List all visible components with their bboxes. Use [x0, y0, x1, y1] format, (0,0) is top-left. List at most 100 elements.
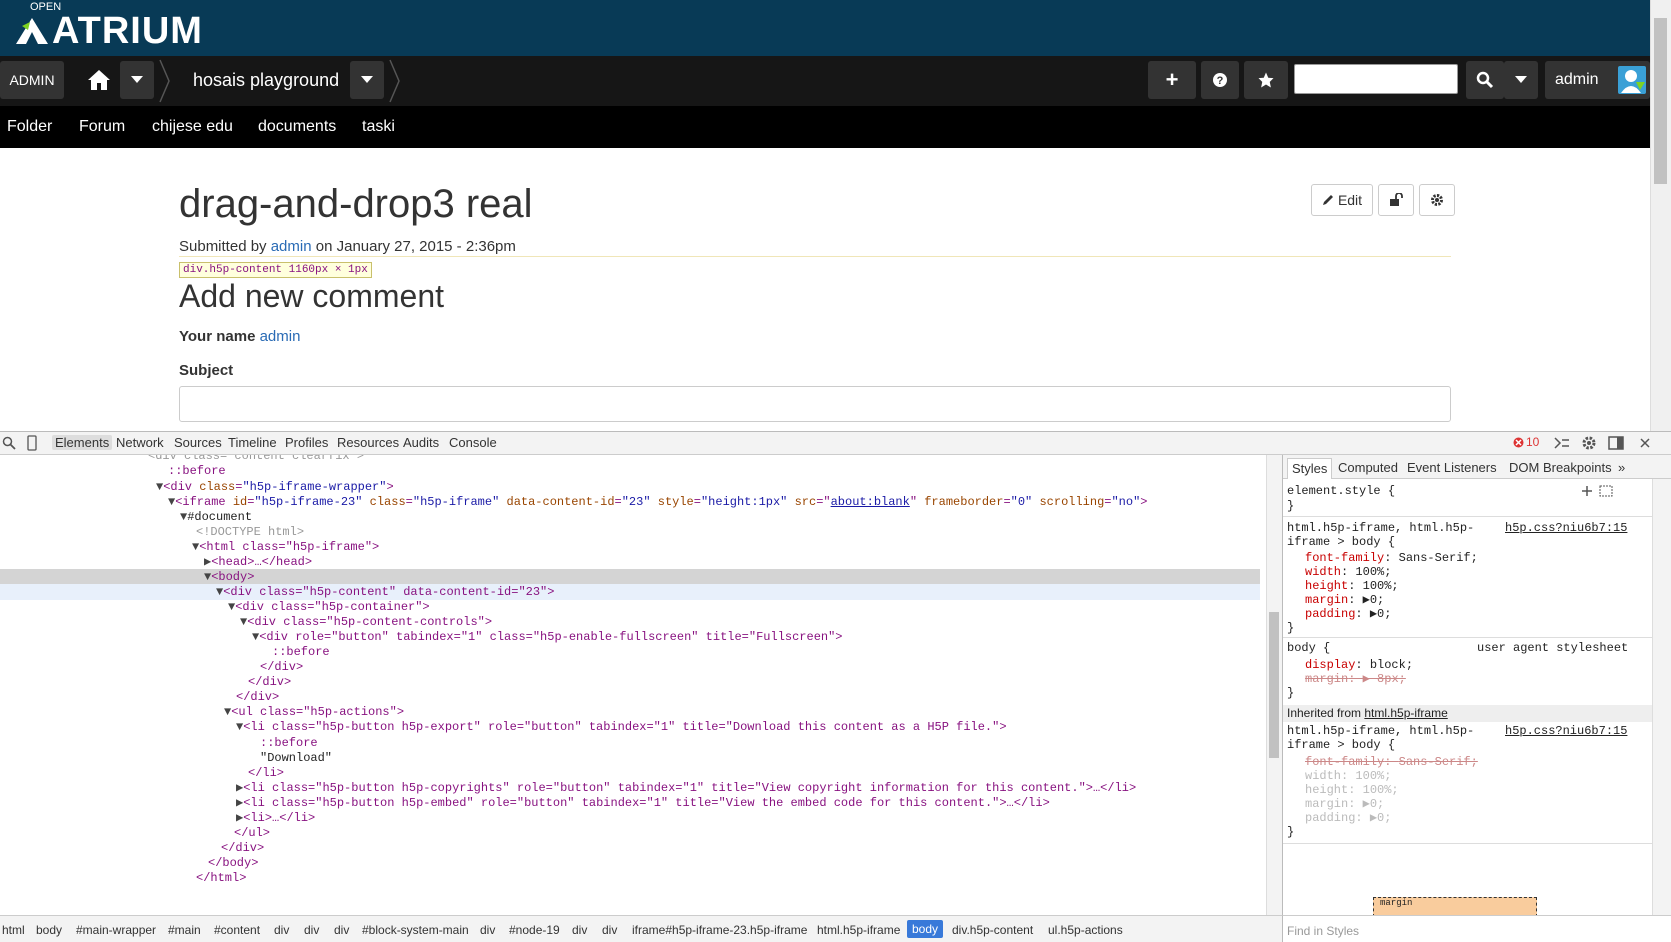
dom-node[interactable]: </div> [0, 689, 1260, 705]
tab-timeline[interactable]: Timeline [228, 435, 277, 450]
tab-sources[interactable]: Sources [174, 435, 222, 450]
crumb-node-19[interactable]: #node-19 [509, 923, 560, 937]
rule-selector[interactable]: body { [1287, 641, 1330, 656]
space-menu-item-taski[interactable]: taski [362, 118, 395, 136]
help-button[interactable]: ? [1201, 61, 1239, 99]
tab-console[interactable]: Console [449, 435, 497, 450]
error-count[interactable]: 10 [1526, 435, 1539, 449]
tab-computed[interactable]: Computed [1338, 460, 1398, 475]
home-dropdown-button[interactable] [120, 61, 154, 99]
crumb-iframe[interactable]: iframe#h5p-iframe-23.h5p-iframe [632, 923, 807, 937]
close-devtools-icon[interactable] [1640, 438, 1650, 448]
crumb-h5p-actions[interactable]: ul.h5p-actions [1048, 923, 1123, 937]
dom-node[interactable]: </div> [0, 674, 1260, 690]
css-property-inactive[interactable]: margin: ▶0; [1305, 797, 1384, 812]
tab-styles[interactable]: Styles [1287, 458, 1333, 479]
css-property-overridden[interactable]: margin: ▶ 8px; [1305, 672, 1406, 687]
box-model-diagram[interactable]: margin [1373, 897, 1537, 915]
dom-node[interactable]: ▶<li class="h5p-button h5p-embed" role="… [0, 795, 1260, 811]
search-input[interactable] [1294, 64, 1458, 94]
tab-audits[interactable]: Audits [403, 435, 439, 450]
crumb-content[interactable]: #content [214, 923, 260, 937]
dom-node[interactable]: ▼<ul class="h5p-actions"> [0, 704, 1260, 720]
styles-scrollbar[interactable] [1652, 479, 1671, 915]
tab-elements[interactable]: Elements [52, 435, 113, 450]
dom-node[interactable]: ▼<html class="h5p-iframe"> [0, 539, 1260, 555]
dom-node[interactable]: ▼<li class="h5p-button h5p-export" role=… [0, 719, 1260, 735]
dom-node[interactable]: <!DOCTYPE html> [0, 524, 1260, 540]
crumb-main-wrapper[interactable]: #main-wrapper [76, 923, 156, 937]
crumb-html[interactable]: html [2, 923, 25, 937]
edit-button[interactable]: Edit [1311, 184, 1373, 216]
css-property-inactive[interactable]: width: 100%; [1305, 769, 1391, 784]
crumb-block-system-main[interactable]: #block-system-main [362, 923, 469, 937]
space-menu-item-chijese-edu[interactable]: chijese edu [152, 118, 233, 136]
space-menu-item-documents[interactable]: documents [258, 118, 336, 136]
crumb-div[interactable]: div [480, 923, 495, 937]
css-property-inactive[interactable]: padding: ▶0; [1305, 811, 1391, 826]
dom-node-iframe[interactable]: ▼<iframe id="h5p-iframe-23" class="h5p-i… [0, 494, 1260, 510]
dom-node[interactable]: </li> [0, 765, 1260, 781]
drawer-toggle-icon[interactable] [1554, 436, 1570, 450]
css-property[interactable]: font-family: Sans-Serif; [1305, 551, 1478, 566]
dom-node[interactable]: </div> [0, 840, 1260, 856]
dom-node[interactable]: ▼<div role="button" tabindex="1" class="… [0, 629, 1260, 645]
css-property[interactable]: padding: ▶0; [1305, 607, 1391, 622]
dom-node[interactable]: </ul> [0, 825, 1260, 841]
dom-node[interactable]: </html> [0, 870, 1260, 886]
rule-selector[interactable]: element.style { [1287, 484, 1395, 499]
tab-resources[interactable]: Resources [337, 435, 399, 450]
crumb-div[interactable]: div [334, 923, 349, 937]
space-menu-item-folder[interactable]: Folder [7, 118, 52, 136]
more-tabs-icon[interactable]: » [1618, 460, 1625, 475]
dom-node-text[interactable]: "Download" [0, 750, 1260, 766]
css-property[interactable]: height: 100%; [1305, 579, 1399, 594]
tab-dom-breakpoints[interactable]: DOM Breakpoints [1509, 460, 1612, 475]
your-name-link[interactable]: admin [260, 328, 301, 345]
dom-node[interactable]: ▶<li class="h5p-button h5p-copyrights" r… [0, 780, 1260, 796]
tab-profiles[interactable]: Profiles [285, 435, 328, 450]
dom-node[interactable]: ▼<div class="h5p-iframe-wrapper"> [0, 479, 1260, 495]
dock-side-icon[interactable] [1608, 436, 1624, 450]
space-dropdown-button[interactable] [350, 61, 384, 99]
dom-node[interactable]: ▼#document [0, 509, 1260, 525]
css-property-overridden[interactable]: font-family: Sans-Serif; [1305, 755, 1478, 770]
device-mode-icon[interactable] [27, 435, 37, 451]
settings-gear-icon[interactable] [1581, 435, 1597, 451]
dom-node[interactable]: ::before [0, 735, 1260, 751]
element-state-icon[interactable] [1599, 485, 1613, 497]
page-scrollbar-thumb[interactable] [1654, 18, 1667, 184]
admin-menu-button[interactable]: ADMIN [0, 61, 64, 99]
space-menu-item-forum[interactable]: Forum [79, 118, 125, 136]
add-rule-icon[interactable] [1581, 485, 1593, 497]
dom-node[interactable]: ::before [0, 463, 1260, 479]
crumb-body[interactable]: body [36, 923, 62, 937]
add-content-button[interactable]: + [1148, 61, 1196, 99]
dom-scrollbar-thumb[interactable] [1269, 612, 1279, 758]
dom-node[interactable]: </div> [0, 659, 1260, 675]
author-link[interactable]: admin [271, 238, 312, 255]
logo-atrium-text[interactable]: ATRIUM [52, 12, 203, 50]
rule-selector[interactable]: html.h5p-iframe, html.h5p- [1287, 521, 1474, 536]
find-in-styles-input[interactable]: Find in Styles [1282, 915, 1671, 942]
crumb-h5p-content[interactable]: div.h5p-content [952, 923, 1033, 937]
css-property[interactable]: display: block; [1305, 658, 1413, 673]
dom-node[interactable]: ::before [0, 644, 1260, 660]
dom-node[interactable]: ▼<div class="h5p-container"> [0, 599, 1260, 615]
inherited-link[interactable]: html.h5p-iframe [1364, 706, 1447, 720]
dom-node-selected[interactable]: ▼<body> [0, 569, 1260, 585]
crumb-body-active[interactable]: body [907, 920, 944, 938]
stylesheet-link[interactable]: h5p.css?niu6b7:15 [1505, 521, 1627, 536]
dom-node[interactable]: ▶<head>…</head> [0, 554, 1260, 570]
crumb-html-h5p-iframe[interactable]: html.h5p-iframe [817, 923, 900, 937]
crumb-main[interactable]: #main [168, 923, 201, 937]
access-button[interactable] [1378, 184, 1414, 216]
stylesheet-link[interactable]: h5p.css?niu6b7:15 [1505, 724, 1627, 739]
subject-input[interactable] [179, 386, 1451, 422]
css-property-inactive[interactable]: height: 100%; [1305, 783, 1399, 798]
crumb-div[interactable]: div [572, 923, 587, 937]
dom-node-hovered[interactable]: ▼<div class="h5p-content" data-content-i… [0, 584, 1260, 600]
dom-node[interactable]: ▶<li>…</li> [0, 810, 1260, 826]
css-property[interactable]: width: 100%; [1305, 565, 1391, 580]
search-dropdown-button[interactable] [1504, 61, 1538, 99]
